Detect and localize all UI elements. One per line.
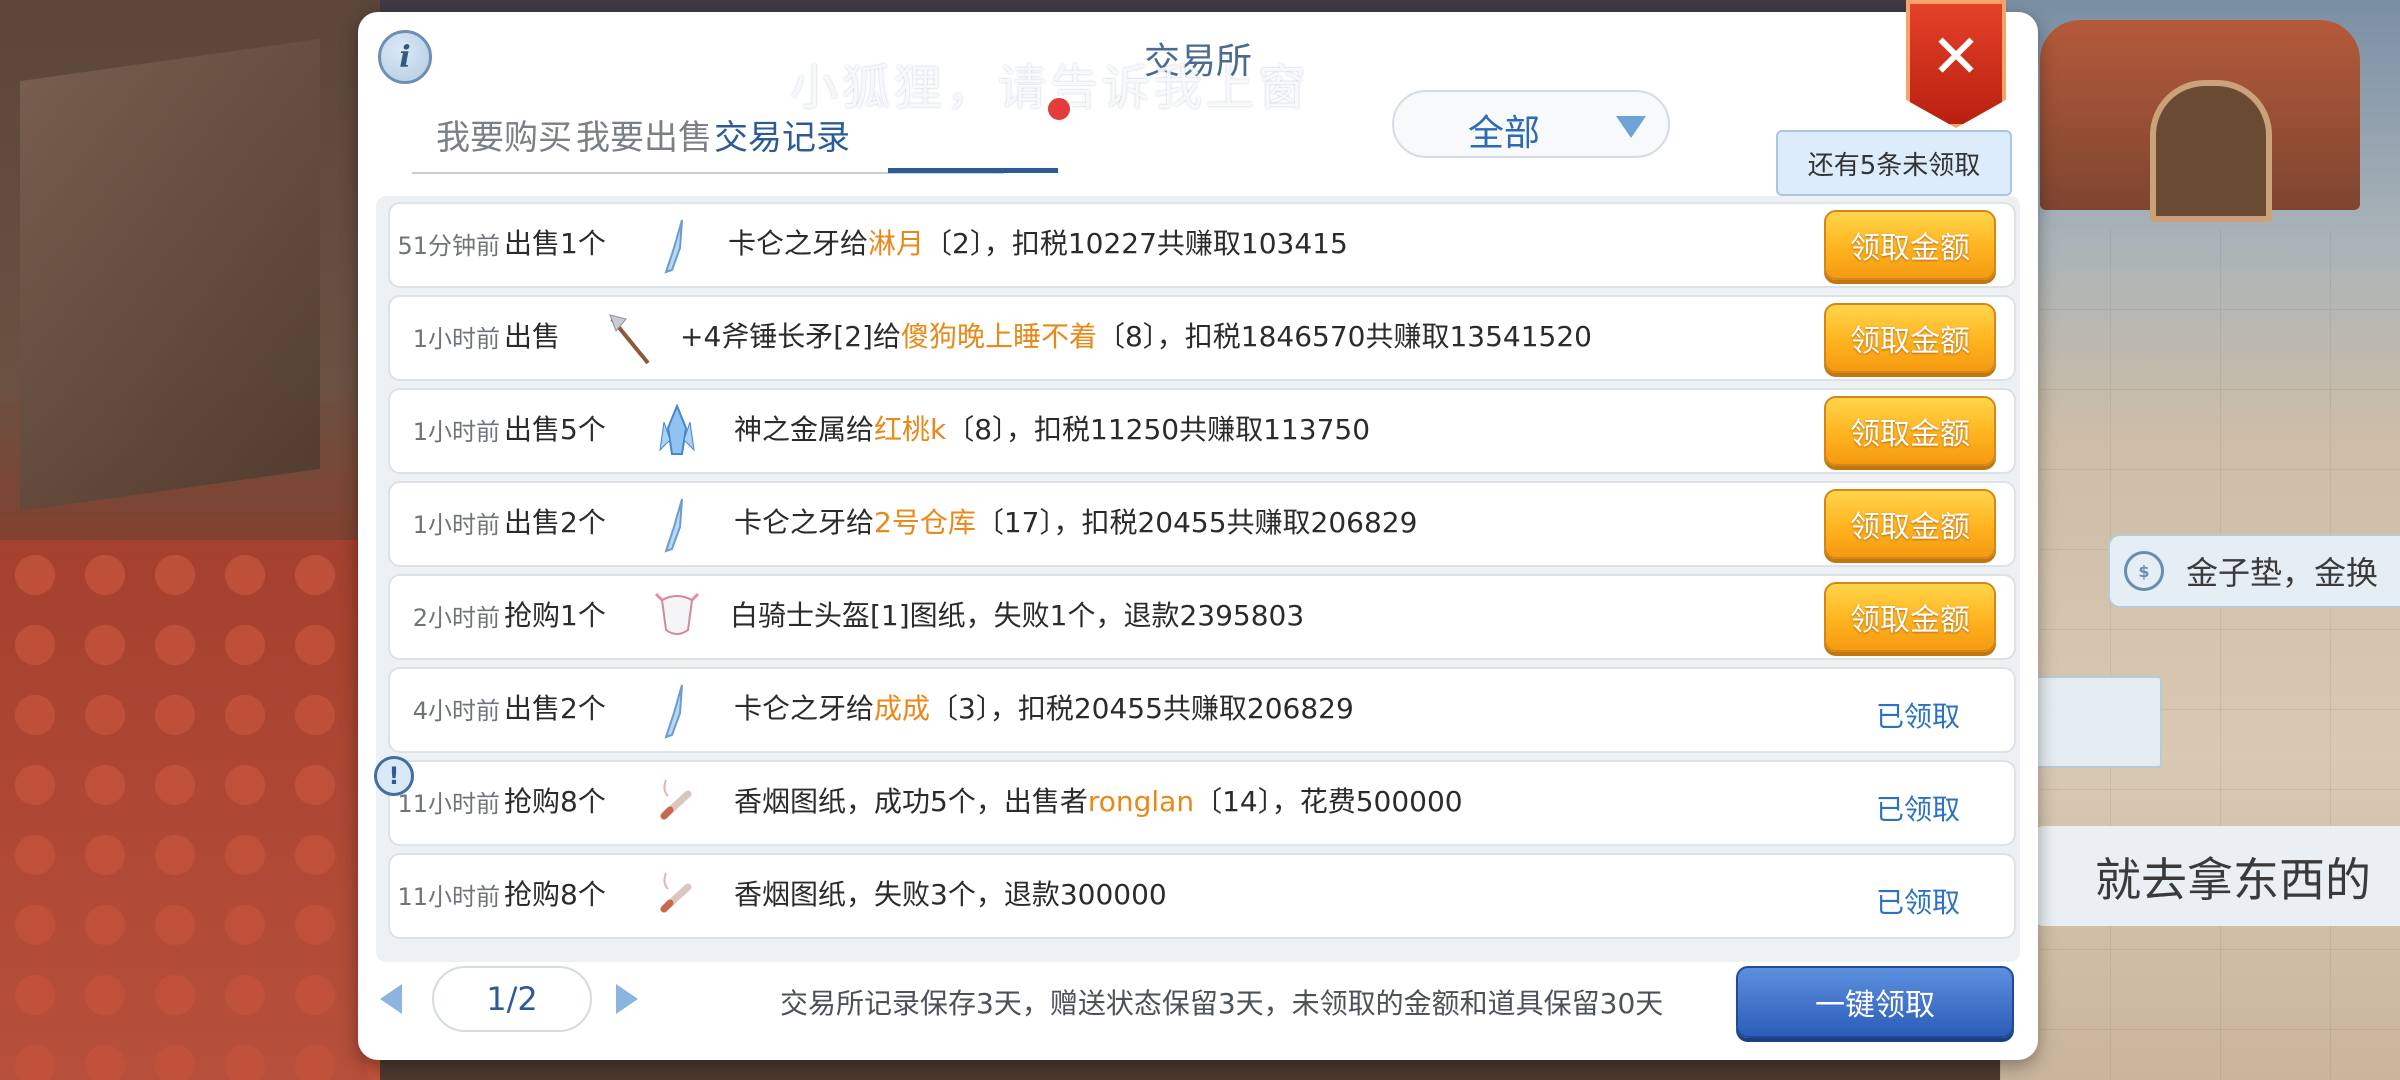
trade-record-list[interactable]: 51分钟前 出售1个 卡仑之牙给淋月〔2〕，扣税10227共赚取103415 领… <box>376 196 2020 962</box>
buyer-name: 2号仓库 <box>874 506 976 539</box>
claim-amount-button[interactable]: 领取金额 <box>1824 582 1996 652</box>
floor-tiles <box>0 540 380 1080</box>
crystal-fang-icon <box>664 684 683 739</box>
record-row: 51分钟前 出售1个 卡仑之牙给淋月〔2〕，扣税10227共赚取103415 领… <box>388 202 2016 288</box>
claim-amount-button[interactable]: 领取金额 <box>1824 489 1996 559</box>
npc-speech-bubble[interactable]: $ 金子垫，金换 <box>2108 534 2400 608</box>
record-description: 卡仑之牙给淋月〔2〕，扣税10227共赚取103415 <box>728 222 1348 262</box>
crystal-fang-icon <box>664 219 683 274</box>
next-page-icon[interactable] <box>616 984 638 1014</box>
active-tab-indicator <box>888 168 1058 173</box>
cigarette-icon <box>660 872 692 913</box>
knight-helmet-icon <box>654 592 700 635</box>
record-text-suffix: 〔2〕，扣税10227共赚取103415 <box>924 227 1348 260</box>
bubble-text: 金子垫，金换 <box>2186 554 2379 592</box>
retention-note: 交易所记录保存3天，赠送状态保留3天，未领取的金额和道具保留30天 <box>780 987 1664 1020</box>
record-description: +4斧锤长矛[2]给傻狗晚上睡不着〔8〕，扣税1846570共赚取1354152… <box>680 315 1592 355</box>
record-text: 白骑士头盔[1]图纸，失败1个，退款2395803 <box>730 599 1305 632</box>
record-time: 11小时前 <box>397 883 500 911</box>
quest-banner[interactable]: 就去拿东西的 <box>2035 826 2400 926</box>
record-text-suffix: 〔14〕，花费500000 <box>1194 785 1463 818</box>
buyer-name: 红桃k <box>874 413 947 446</box>
wall <box>20 38 320 512</box>
record-action: 出售1个 <box>504 227 606 260</box>
claimed-status: 已领取 <box>1876 793 1961 826</box>
tab-buy[interactable]: 我要购买 <box>436 110 572 159</box>
record-text-suffix: 〔17〕，扣税20455共赚取206829 <box>975 506 1418 539</box>
new-indicator-badge <box>1046 96 1072 122</box>
record-action: 抢购8个 <box>504 785 606 818</box>
unclaimed-notice: 还有5条未领取 <box>1776 130 2012 196</box>
record-action: 抢购1个 <box>504 599 606 632</box>
record-description: 卡仑之牙给成成〔3〕，扣税20455共赚取206829 <box>734 687 1354 727</box>
record-text: 卡仑之牙给 <box>728 227 869 260</box>
claim-all-button[interactable]: 一键领取 <box>1736 966 2014 1038</box>
record-text: 香烟图纸，成功5个，出售者 <box>734 785 1088 818</box>
exchange-dialog: i 交易所 小狐狸，请告诉我上窗 ✕ 我要购买 我要出售 交易记录 全部 还有5… <box>358 0 2038 1060</box>
cigarette-icon <box>660 779 692 820</box>
claimed-status: 已领取 <box>1876 886 1961 919</box>
buyer-name: 淋月 <box>868 227 925 260</box>
previous-page-icon[interactable] <box>380 984 402 1014</box>
close-button[interactable]: ✕ <box>1906 0 2006 128</box>
claim-amount-button[interactable]: 领取金额 <box>1824 396 1996 466</box>
divine-metal-icon <box>659 404 695 455</box>
record-action: 出售5个 <box>504 413 606 446</box>
alert-icon[interactable]: ! <box>374 756 414 796</box>
house-door <box>2150 80 2272 222</box>
buyer-name: 傻狗晚上睡不着 <box>900 320 1097 353</box>
record-text-suffix: 〔8〕，扣税11250共赚取113750 <box>946 413 1371 446</box>
record-time: 1小时前 <box>412 511 500 539</box>
record-text: +4斧锤长矛[2]给 <box>680 320 901 353</box>
record-description: 白骑士头盔[1]图纸，失败1个，退款2395803 <box>730 594 1304 634</box>
left-scenery <box>0 0 380 1080</box>
claim-amount-button[interactable]: 领取金额 <box>1824 303 1996 373</box>
record-time: 1小时前 <box>412 418 500 446</box>
street-tiles <box>2000 230 2400 1080</box>
record-description: 神之金属给红桃k〔8〕，扣税11250共赚取113750 <box>734 408 1370 448</box>
tab-bar: 我要购买 我要出售 交易记录 <box>412 96 1072 174</box>
record-text: 卡仑之牙给 <box>734 692 875 725</box>
category-filter-dropdown[interactable]: 全部 <box>1392 90 1670 158</box>
record-action: 出售2个 <box>504 692 606 725</box>
page-indicator: 1/2 <box>432 966 592 1032</box>
record-row: 11小时前 抢购8个 香烟图纸，失败3个，退款300000 已领取 <box>388 853 2016 939</box>
seller-name: ronglan <box>1087 785 1195 818</box>
tab-sell[interactable]: 我要出售 <box>576 110 712 159</box>
side-panel <box>2030 676 2162 768</box>
record-text-suffix: 〔8〕，扣税1846570共赚取13541520 <box>1096 320 1593 353</box>
record-action: 出售 <box>504 320 561 353</box>
record-text: 卡仑之牙给 <box>734 506 875 539</box>
claim-amount-button[interactable]: 领取金额 <box>1824 210 1996 280</box>
record-time: 51分钟前 <box>397 232 500 260</box>
record-row: 1小时前 出售5个 神之金属给红桃k〔8〕，扣税11250共赚取113750 领… <box>388 388 2016 474</box>
buyer-name: 成成 <box>874 692 931 725</box>
claimed-status: 已领取 <box>1876 700 1961 733</box>
record-description: 香烟图纸，成功5个，出售者ronglan〔14〕，花费500000 <box>734 780 1463 820</box>
record-action: 出售2个 <box>504 506 606 539</box>
record-row: 11小时前 抢购8个 香烟图纸，成功5个，出售者ronglan〔14〕，花费50… <box>388 760 2016 846</box>
record-description: 卡仑之牙给2号仓库〔17〕，扣税20455共赚取206829 <box>734 501 1417 541</box>
chevron-down-icon <box>1616 116 1646 138</box>
crystal-fang-icon <box>664 498 683 553</box>
money-bag-icon: $ <box>2124 551 2164 591</box>
record-text: 香烟图纸，失败3个，退款300000 <box>734 878 1167 911</box>
close-icon: ✕ <box>1930 22 1982 92</box>
record-time: 4小时前 <box>412 697 500 725</box>
record-text: 神之金属给 <box>734 413 875 446</box>
record-action: 抢购8个 <box>504 878 606 911</box>
record-time: 1小时前 <box>412 325 500 353</box>
banner-text: 就去拿东西的 <box>2095 853 2371 907</box>
record-description: 香烟图纸，失败3个，退款300000 <box>734 873 1167 913</box>
record-row: 4小时前 出售2个 卡仑之牙给成成〔3〕，扣税20455共赚取206829 已领… <box>388 667 2016 753</box>
record-row: 1小时前 出售 +4斧锤长矛[2]给傻狗晚上睡不着〔8〕，扣税1846570共赚… <box>388 295 2016 381</box>
record-row: 1小时前 出售2个 卡仑之牙给2号仓库〔17〕，扣税20455共赚取206829… <box>388 481 2016 567</box>
record-row: 2小时前 抢购1个 白骑士头盔[1]图纸，失败1个，退款2395803 领取金额 <box>388 574 2016 660</box>
tab-trade-records[interactable]: 交易记录 <box>714 110 850 159</box>
halberd-icon <box>609 314 650 365</box>
filter-selected-value: 全部 <box>1467 113 1540 154</box>
record-time: 2小时前 <box>412 604 500 632</box>
record-text-suffix: 〔3〕，扣税20455共赚取206829 <box>930 692 1354 725</box>
